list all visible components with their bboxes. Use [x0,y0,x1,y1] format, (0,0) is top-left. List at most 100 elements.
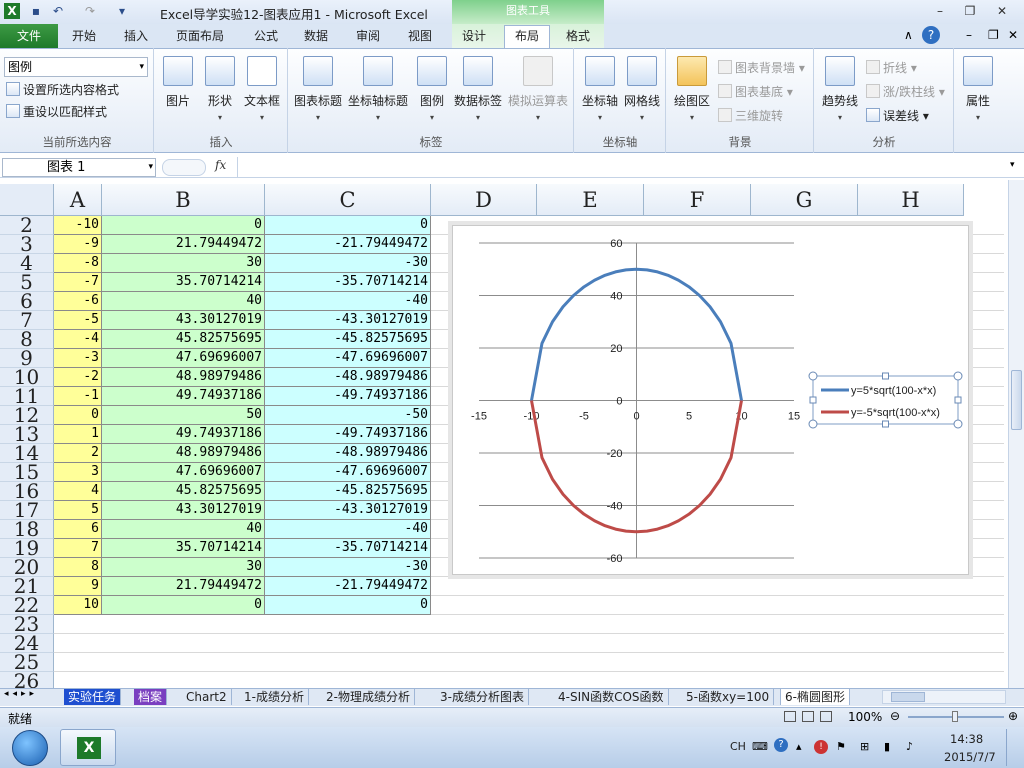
page-break-view-icon[interactable] [820,711,832,722]
cell-a20[interactable]: 8 [54,558,102,577]
cell-b2[interactable]: 0 [102,216,265,235]
chart-wall-button[interactable]: 图表背景墙 ▾ [718,58,805,78]
cell-a11[interactable]: -1 [54,387,102,406]
trendline-button[interactable]: 趋势线 ▾ [820,56,860,122]
cell-a9[interactable]: -3 [54,349,102,368]
cell-c16[interactable]: -45.82575695 [265,482,431,501]
help-tray-icon[interactable]: ? [774,738,788,752]
cell-b20[interactable]: 30 [102,558,265,577]
cell-c4[interactable]: -30 [265,254,431,273]
cell-c15[interactable]: -47.69696007 [265,463,431,482]
cell-a7[interactable]: -5 [54,311,102,330]
data-labels-button[interactable]: 数据标签 ▾ [452,56,504,122]
cell-b9[interactable]: 47.69696007 [102,349,265,368]
cell-a5[interactable]: -7 [54,273,102,292]
workbook-restore-icon[interactable]: ❐ [988,28,999,42]
lines-button[interactable]: 折线 ▾ [866,58,917,78]
cell-a6[interactable]: -6 [54,292,102,311]
column-header-e[interactable]: E [537,184,644,216]
cell-a2[interactable]: -10 [54,216,102,235]
cell-c14[interactable]: -48.98979486 [265,444,431,463]
axes-button[interactable]: 坐标轴 ▾ [580,56,620,122]
cell-a12[interactable]: 0 [54,406,102,425]
cell-b6[interactable]: 40 [102,292,265,311]
sheet-tab-chart2[interactable]: Chart2 [182,689,232,705]
insert-function-icon[interactable]: fx [215,158,226,172]
cell-c19[interactable]: -35.70714214 [265,539,431,558]
cell-b14[interactable]: 48.98979486 [102,444,265,463]
column-header-d[interactable]: D [431,184,537,216]
qat-customize-icon[interactable]: ▾ [114,3,130,19]
cell-c12[interactable]: -50 [265,406,431,425]
tab-review[interactable]: 审阅 [346,26,390,48]
workbook-minimize-icon[interactable]: – [966,28,972,42]
zoom-out-icon[interactable]: ⊖ [890,709,900,723]
column-header-f[interactable]: F [644,184,751,216]
cell-b4[interactable]: 30 [102,254,265,273]
formula-input[interactable] [237,157,1008,177]
tab-home[interactable]: 开始 [62,26,106,48]
cell-b15[interactable]: 47.69696007 [102,463,265,482]
cell-a17[interactable]: 5 [54,501,102,520]
3d-rotation-button[interactable]: 三维旋转 [718,106,783,126]
tab-insert[interactable]: 插入 [114,26,158,48]
vertical-scrollbar[interactable] [1008,180,1024,688]
insert-shapes-button[interactable]: 形状 ▾ [202,56,238,122]
network-icon[interactable]: ▮ [884,740,890,753]
vertical-scroll-thumb[interactable] [1011,370,1022,430]
cell-a13[interactable]: 1 [54,425,102,444]
normal-view-icon[interactable] [784,711,796,722]
tab-design[interactable]: 设计 [452,26,496,48]
column-header-g[interactable]: G [751,184,858,216]
chart-floor-button[interactable]: 图表基底 ▾ [718,82,793,102]
windows-tray-icon[interactable]: ⊞ [860,740,869,753]
tab-page-layout[interactable]: 页面布局 [166,26,234,48]
cell-a22[interactable]: 10 [54,596,102,615]
tab-data[interactable]: 数据 [294,26,338,48]
sheet-tab-xy100[interactable]: 5-函数xy=100 [682,689,775,705]
column-header-a[interactable]: A [54,184,102,216]
cell-b19[interactable]: 35.70714214 [102,539,265,558]
reset-style-button[interactable]: 重设以匹配样式 [6,102,107,122]
input-language[interactable]: CH [730,740,746,753]
sheet-tab-sin-cos[interactable]: 4-SIN函数COS函数 [554,689,669,705]
redo-icon[interactable]: ↷ [82,3,98,19]
sheet-nav-arrows-icon[interactable]: ◂◂▸▸ [4,689,38,699]
insert-textbox-button[interactable]: 文本框 ▾ [242,56,282,122]
cell-a19[interactable]: 7 [54,539,102,558]
cell-c2[interactable]: 0 [265,216,431,235]
ribbon-minimize-icon[interactable]: ∧ [904,28,913,42]
format-selection-button[interactable]: 设置所选内容格式 [6,80,119,100]
chart-elements-dropdown[interactable]: 图例 ▾ [4,57,148,77]
workbook-close-icon[interactable]: ✕ [1008,28,1018,42]
insert-picture-button[interactable]: 图片 [160,56,196,109]
cell-c3[interactable]: -21.79449472 [265,235,431,254]
keyboard-icon[interactable]: ⌨ [752,740,768,753]
cell-c5[interactable]: -35.70714214 [265,273,431,292]
cell-c22[interactable]: 0 [265,596,431,615]
cell-b11[interactable]: 49.74937186 [102,387,265,406]
taskbar-excel-button[interactable]: X [60,729,116,766]
taskbar-time[interactable]: 14:38 [950,732,983,746]
cell-c18[interactable]: -40 [265,520,431,539]
tray-expand-icon[interactable]: ▴ [796,740,802,753]
column-header-h[interactable]: H [858,184,964,216]
cell-a8[interactable]: -4 [54,330,102,349]
cell-c11[interactable]: -49.74937186 [265,387,431,406]
cell-c20[interactable]: -30 [265,558,431,577]
cell-b16[interactable]: 45.82575695 [102,482,265,501]
volume-icon[interactable]: ♪ [906,740,913,753]
start-button[interactable] [12,730,48,766]
legend-button[interactable]: 图例 ▾ [414,56,450,122]
sheet-tab-tasks[interactable]: 实验任务 [64,689,122,705]
sheet-tab-physics-analysis[interactable]: 2-物理成绩分析 [322,689,415,705]
taskbar-date[interactable]: 2015/7/7 [944,750,996,764]
formula-expand-icon[interactable]: ▾ [1010,160,1015,170]
page-layout-view-icon[interactable] [802,711,814,722]
select-all-corner[interactable] [0,184,54,216]
tab-formulas[interactable]: 公式 [244,26,288,48]
cell-a3[interactable]: -9 [54,235,102,254]
tab-layout[interactable]: 布局 [504,25,551,48]
cell-b22[interactable]: 0 [102,596,265,615]
flag-tray-icon[interactable]: ⚑ [836,740,846,753]
